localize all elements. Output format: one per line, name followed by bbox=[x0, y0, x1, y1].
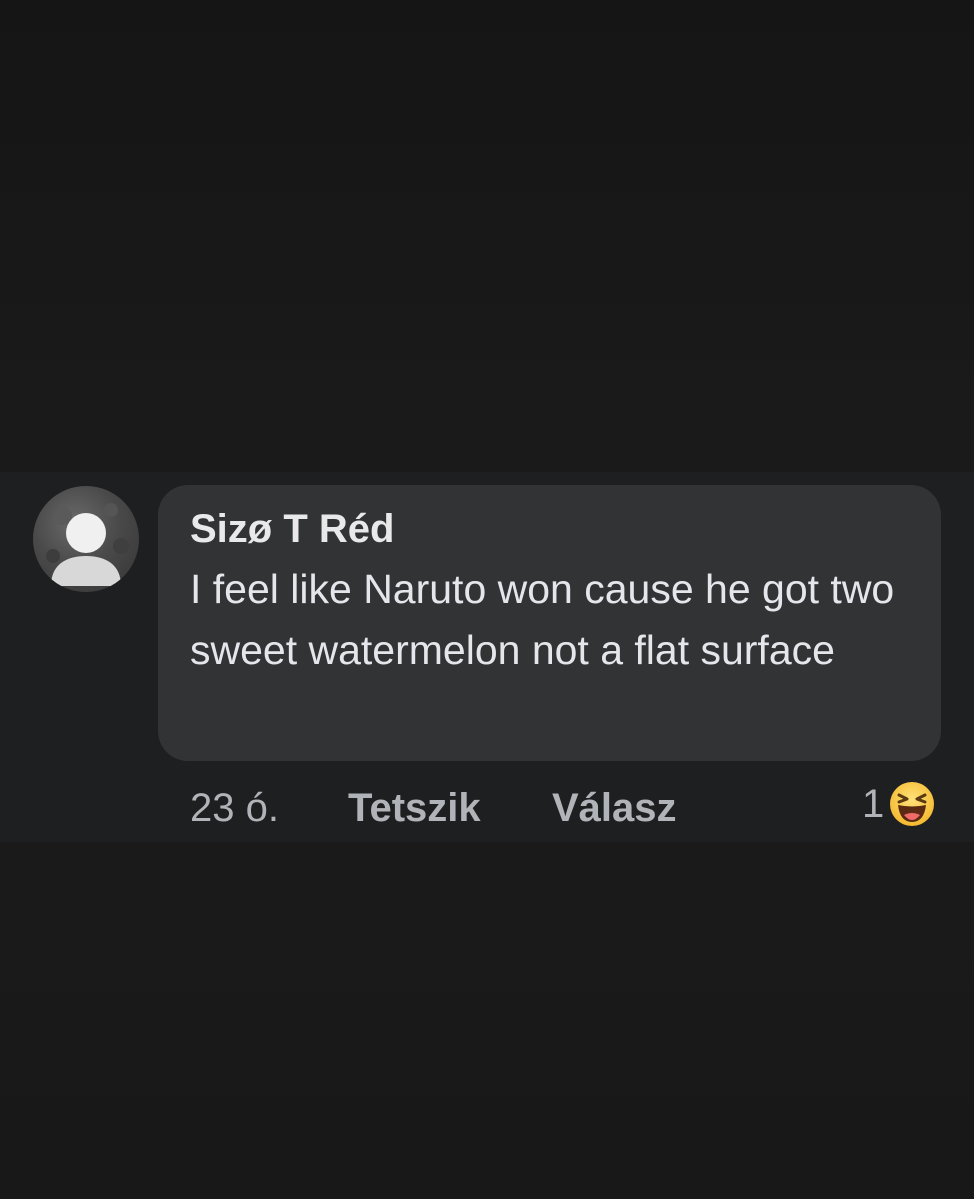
page: Sizø T Réd I feel like Naruto won cause … bbox=[0, 0, 974, 1199]
reaction-summary[interactable]: 1 bbox=[862, 778, 936, 830]
default-profile-icon bbox=[46, 503, 129, 586]
comment-actions: 23 ó. Tetszik Válasz 1 bbox=[190, 776, 950, 834]
comment-author[interactable]: Sizø T Réd bbox=[190, 505, 909, 553]
haha-emoji-icon bbox=[888, 780, 936, 828]
avatar[interactable] bbox=[33, 486, 139, 592]
comment-bubble: Sizø T Réd I feel like Naruto won cause … bbox=[158, 485, 941, 761]
comment-timestamp[interactable]: 23 ó. bbox=[190, 784, 279, 832]
reaction-count: 1 bbox=[862, 782, 885, 826]
like-button[interactable]: Tetszik bbox=[348, 784, 481, 832]
reply-button[interactable]: Válasz bbox=[552, 784, 677, 832]
comment-text: I feel like Naruto won cause he got two … bbox=[190, 566, 895, 673]
